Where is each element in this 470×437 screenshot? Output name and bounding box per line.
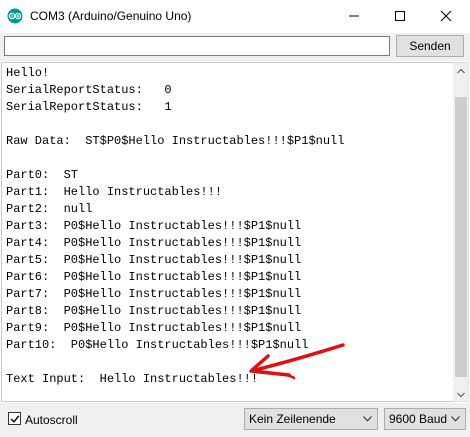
- autoscroll-label[interactable]: Autoscroll: [25, 413, 78, 427]
- close-button[interactable]: [423, 0, 469, 32]
- chevron-down-icon: [451, 416, 460, 422]
- log-line: Part7: P0$Hello Instructables!!!$P1$null: [6, 287, 302, 301]
- log-line: SerialReportStatus: 1: [6, 100, 172, 114]
- log-line: Part1: Hello Instructables!!!: [6, 185, 223, 199]
- serial-output-area[interactable]: Hello! SerialReportStatus: 0 SerialRepor…: [1, 62, 453, 402]
- log-line: SerialReportStatus: 0: [6, 83, 172, 97]
- log-line: Part10: P0$Hello Instructables!!!$P1$nul…: [6, 338, 309, 352]
- window-title: COM3 (Arduino/Genuino Uno): [30, 9, 192, 23]
- minimize-button[interactable]: [331, 0, 377, 32]
- log-line: Part5: P0$Hello Instructables!!!$P1$null: [6, 253, 302, 267]
- scroll-down-button[interactable]: [453, 387, 469, 403]
- maximize-icon: [395, 11, 405, 21]
- chevron-down-icon: [457, 392, 465, 398]
- close-icon: [440, 10, 452, 22]
- log-line: Hello!: [6, 66, 50, 80]
- serial-send-input[interactable]: [4, 36, 390, 56]
- log-line: Part0: ST: [6, 168, 79, 182]
- log-line: Raw Data: ST$P0$Hello Instructables!!!$P…: [6, 134, 345, 148]
- send-button[interactable]: Senden: [396, 35, 464, 57]
- autoscroll-checkbox[interactable]: [8, 412, 21, 425]
- baud-rate-value: 9600 Baud: [389, 412, 448, 426]
- baud-rate-select[interactable]: 9600 Baud: [384, 408, 466, 430]
- maximize-button[interactable]: [377, 0, 423, 32]
- line-ending-select[interactable]: Kein Zeilenende: [244, 408, 378, 430]
- log-line: Part9: P0$Hello Instructables!!!$P1$null: [6, 321, 302, 335]
- log-line: Part2: null: [6, 202, 93, 216]
- log-line: Part3: P0$Hello Instructables!!!$P1$null: [6, 219, 302, 233]
- log-line: Part6: P0$Hello Instructables!!!$P1$null: [6, 270, 302, 284]
- arduino-icon: [7, 8, 23, 24]
- log-line: Text Input: Hello Instructables!!!: [6, 372, 259, 386]
- scrollbar-thumb[interactable]: [455, 97, 467, 377]
- checkmark-icon: [10, 415, 20, 423]
- minimize-icon: [349, 15, 359, 17]
- chevron-down-icon: [363, 416, 372, 422]
- scroll-up-button[interactable]: [453, 63, 469, 79]
- title-bar: COM3 (Arduino/Genuino Uno): [0, 0, 470, 33]
- log-line: Part8: P0$Hello Instructables!!!$P1$null: [6, 304, 302, 318]
- line-ending-value: Kein Zeilenende: [249, 412, 336, 426]
- chevron-up-icon: [457, 68, 465, 74]
- log-line: Part4: P0$Hello Instructables!!!$P1$null: [6, 236, 302, 250]
- vertical-scrollbar[interactable]: [453, 62, 469, 402]
